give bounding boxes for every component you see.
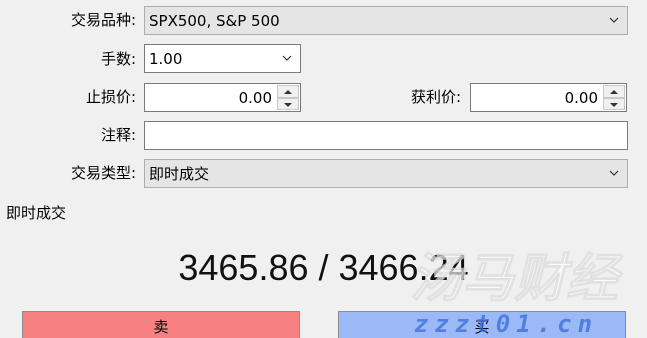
- comment-label: 注释:: [100, 126, 136, 144]
- sell-button[interactable]: 卖: [22, 311, 300, 338]
- spin-up-button[interactable]: [603, 85, 625, 98]
- takeprofit-spinbox[interactable]: 0.00: [470, 83, 627, 112]
- volume-value: 1.00: [149, 50, 183, 68]
- symbol-select[interactable]: SPX500, S&P 500: [144, 6, 628, 35]
- volume-label: 手数:: [100, 50, 136, 68]
- comment-input[interactable]: [144, 121, 628, 150]
- arrow-down-icon: [610, 102, 618, 107]
- symbol-label: 交易品种:: [70, 11, 136, 29]
- symbol-value: SPX500, S&P 500: [149, 12, 280, 30]
- chevron-down-icon: [609, 17, 619, 23]
- volume-combo[interactable]: 1.00: [144, 44, 301, 73]
- order-type-label: 交易类型:: [70, 164, 136, 182]
- chevron-down-icon: [282, 55, 292, 61]
- arrow-up-icon: [610, 90, 618, 94]
- order-type-value: 即时成交: [149, 165, 210, 183]
- order-type-select[interactable]: 即时成交: [144, 159, 628, 188]
- spin-down-button[interactable]: [603, 97, 625, 110]
- chevron-down-icon: [609, 170, 619, 176]
- price-quote: 3465.86 / 3466.24: [178, 247, 469, 288]
- execution-section-title: 即时成交: [6, 204, 67, 222]
- takeprofit-value: 0.00: [564, 89, 598, 107]
- takeprofit-label: 获利价:: [410, 88, 461, 106]
- buy-button[interactable]: 买: [338, 311, 626, 338]
